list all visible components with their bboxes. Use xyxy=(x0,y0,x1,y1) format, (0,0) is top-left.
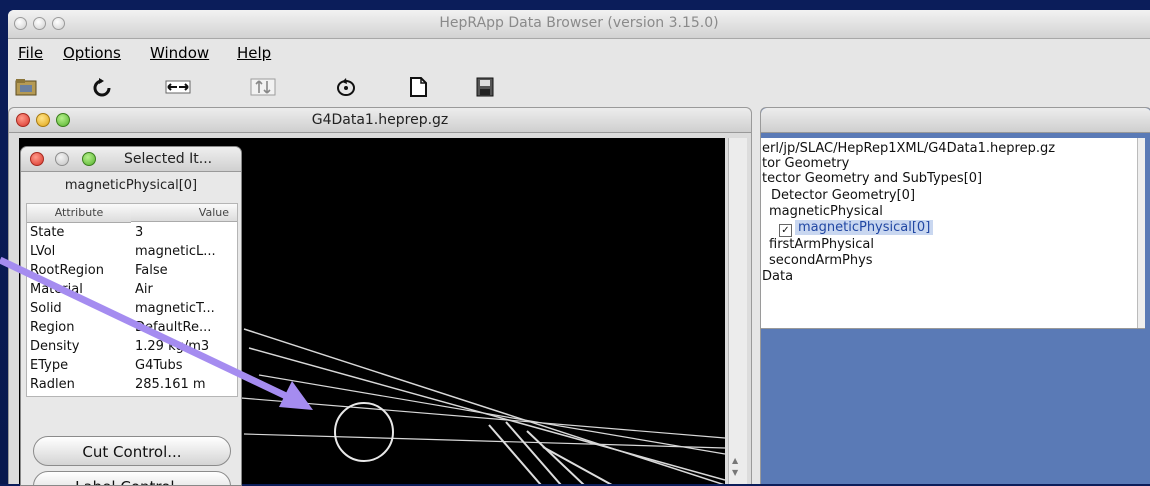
close-panel-button[interactable] xyxy=(30,152,44,166)
tree-scrollbar[interactable] xyxy=(1137,138,1145,328)
attribute-value: magneticT... xyxy=(135,301,215,316)
attribute-row[interactable]: LVol magneticL... xyxy=(27,243,237,261)
scroll-down-icon[interactable]: ▼ xyxy=(732,468,738,477)
attribute-value: 285.161 m xyxy=(135,377,206,392)
tree-item-label: magneticPhysical[0] xyxy=(795,220,934,235)
attribute-value: Air xyxy=(135,282,153,297)
tree-item[interactable]: firstArmPhysical xyxy=(769,237,874,252)
tree-item[interactable]: tector Geometry and SubTypes[0] xyxy=(762,171,982,186)
attribute-name: State xyxy=(30,225,65,240)
viewer-scrollbar[interactable]: ▲ ▼ xyxy=(728,138,747,484)
attribute-row[interactable]: RootRegion False xyxy=(27,262,237,280)
attribute-row[interactable]: Material Air xyxy=(27,281,237,299)
attribute-row[interactable]: EType G4Tubs xyxy=(27,357,237,375)
attribute-name: Solid xyxy=(30,301,62,316)
object-tree: erl/jp/SLAC/HepRep1XML/G4Data1.heprep.gz… xyxy=(761,138,1145,329)
save-icon[interactable] xyxy=(472,76,498,98)
horizontal-arrows-icon[interactable] xyxy=(165,76,191,98)
tree-item-selected[interactable]: magneticPhysical[0] xyxy=(795,220,934,235)
attribute-name: Density xyxy=(30,339,80,354)
heprep-window-title: G4Data1.heprep.gz xyxy=(311,112,449,128)
tree-window: erl/jp/SLAC/HepRep1XML/G4Data1.heprep.gz… xyxy=(760,107,1150,484)
selected-items-panel: Selected It... magneticPhysical[0] Attri… xyxy=(20,146,242,486)
checkbox[interactable]: ✓ xyxy=(779,224,792,237)
menu-window[interactable]: Window xyxy=(150,44,209,62)
attribute-row[interactable]: Region DefaultRe... xyxy=(27,319,237,337)
toolbar xyxy=(8,72,1150,102)
minimize-panel-button[interactable] xyxy=(55,152,69,166)
attribute-name: Material xyxy=(30,282,83,297)
attribute-table: Attribute Value State 3 LVol magneticL... Ro… xyxy=(26,203,238,397)
attribute-value: 1.29 kg/m3 xyxy=(135,339,210,354)
attribute-value: G4Tubs xyxy=(135,358,183,373)
app-title: HepRApp Data Browser (version 3.15.0) xyxy=(439,15,719,31)
tree-title-bar xyxy=(761,108,1150,133)
open-icon[interactable] xyxy=(14,76,40,98)
attribute-name: LVol xyxy=(30,244,56,259)
attribute-name: RootRegion xyxy=(30,263,104,278)
tree-item[interactable]: tor Geometry xyxy=(762,156,849,171)
new-document-icon[interactable] xyxy=(405,76,431,98)
attribute-name: Region xyxy=(30,320,75,335)
tree-item[interactable]: Data xyxy=(762,269,793,284)
attribute-value: 3 xyxy=(135,225,144,240)
tree-item[interactable]: erl/jp/SLAC/HepRep1XML/G4Data1.heprep.gz xyxy=(762,141,1055,156)
heprep-title-bar: G4Data1.heprep.gz xyxy=(9,108,751,133)
zoom-panel-button[interactable] xyxy=(82,152,96,166)
selected-object-name: magneticPhysical[0] xyxy=(64,178,198,193)
scroll-up-icon[interactable]: ▲ xyxy=(732,456,738,465)
column-header-attribute[interactable]: Attribute xyxy=(27,204,131,223)
menu-bar: File Options Window Help xyxy=(8,40,1150,64)
tree-item[interactable]: magneticPhysical xyxy=(769,204,883,219)
menu-file[interactable]: File xyxy=(18,44,43,62)
cut-control-button[interactable]: Cut Control... xyxy=(33,436,231,466)
attribute-row[interactable]: State 3 xyxy=(27,224,237,242)
attribute-name: EType xyxy=(30,358,69,373)
selected-items-title: Selected It... xyxy=(124,151,213,167)
attribute-row[interactable]: Solid magneticT... xyxy=(27,300,237,318)
rotate-icon[interactable] xyxy=(333,76,359,98)
selected-items-title-bar: Selected It... xyxy=(21,147,241,172)
attribute-row[interactable]: Radlen 285.161 m xyxy=(27,376,237,394)
vertical-arrows-icon[interactable] xyxy=(250,76,276,98)
attribute-value: magneticL... xyxy=(135,244,216,259)
attribute-value: DefaultRe... xyxy=(135,320,212,335)
window-title-bar: HepRApp Data Browser (version 3.15.0) xyxy=(8,10,1150,39)
refresh-icon[interactable] xyxy=(89,76,115,98)
attribute-value: False xyxy=(135,263,168,278)
attribute-name: Radlen xyxy=(30,377,75,392)
column-header-value[interactable]: Value xyxy=(131,204,237,222)
tree-item[interactable]: secondArmPhys xyxy=(769,253,873,268)
menu-options[interactable]: Options xyxy=(63,44,121,62)
menu-help[interactable]: Help xyxy=(237,44,271,62)
tree-item[interactable]: Detector Geometry[0] xyxy=(771,188,915,203)
attribute-row[interactable]: Density 1.29 kg/m3 xyxy=(27,338,237,356)
